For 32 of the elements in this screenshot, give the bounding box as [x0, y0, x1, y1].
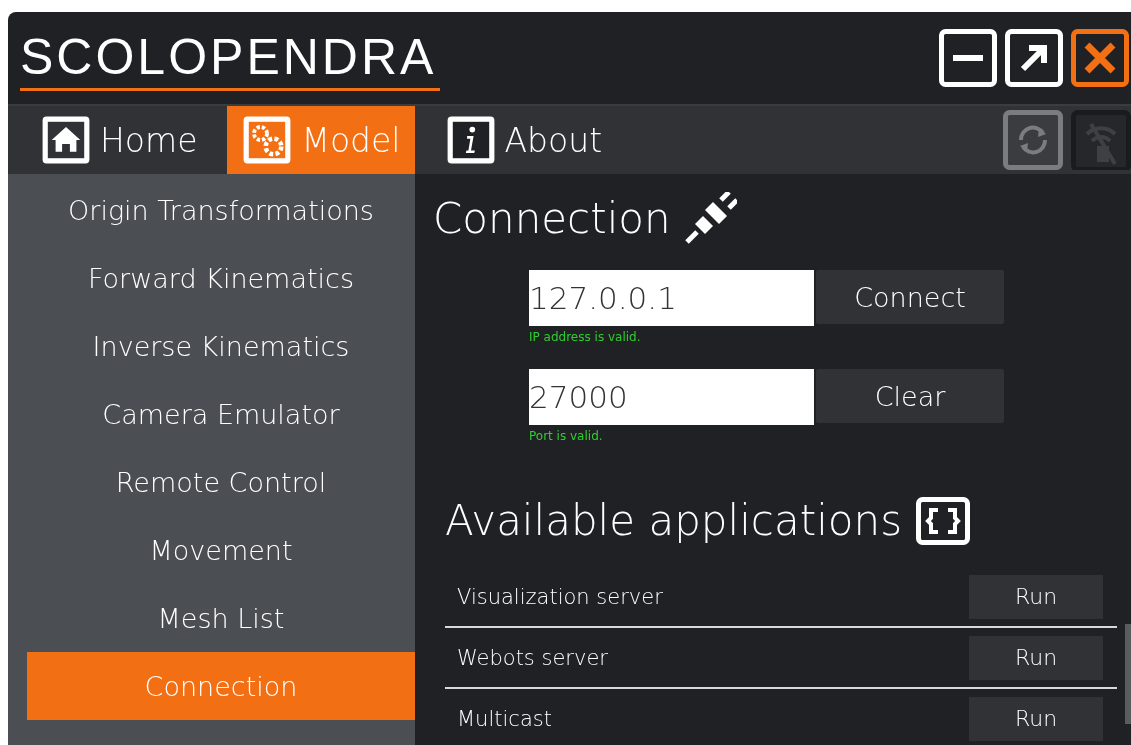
section-title: Connection: [433, 193, 671, 243]
run-button[interactable]: Run: [969, 574, 1103, 619]
section-title: Available applications: [445, 496, 903, 545]
plug-icon: [684, 192, 737, 244]
run-button[interactable]: Run: [969, 696, 1103, 741]
sidebar-item[interactable]: Forward Kinematics: [27, 244, 415, 312]
refresh-icon[interactable]: [1003, 110, 1063, 170]
input-field[interactable]: 27000: [529, 369, 814, 425]
application-name: Multicast: [457, 706, 552, 731]
code-icon: [916, 496, 971, 545]
sidebar-item[interactable]: Origin Transformations: [27, 176, 415, 244]
validation-message: IP address is valid.: [529, 330, 641, 344]
application-name: Visualization server: [457, 584, 663, 609]
validation-message: Port is valid.: [529, 429, 603, 443]
sidebar-item[interactable]: Camera Emulator: [27, 380, 415, 448]
tab[interactable]: About: [430, 106, 617, 174]
app-title: SCOLOPENDRA: [20, 25, 441, 91]
scrollbar[interactable]: [1125, 624, 1131, 724]
close-button[interactable]: [1071, 29, 1129, 87]
tab[interactable]: Home: [26, 106, 212, 174]
maximize-button[interactable]: [1005, 29, 1063, 87]
run-button[interactable]: Run: [969, 635, 1103, 680]
sidebar-item[interactable]: Inverse Kinematics: [27, 312, 415, 380]
action-button[interactable]: Clear: [816, 369, 1004, 423]
action-button[interactable]: Connect: [816, 270, 1004, 324]
minimize-button[interactable]: [939, 29, 997, 87]
sidebar-item[interactable]: Movement: [27, 516, 415, 584]
home-icon: [40, 114, 92, 166]
application-name: Webots server: [457, 645, 608, 670]
sidebar-item[interactable]: Mesh List: [27, 584, 415, 652]
input-field[interactable]: 127.0.0.1: [529, 270, 814, 326]
sidebar-item[interactable]: Remote Control: [27, 448, 415, 516]
